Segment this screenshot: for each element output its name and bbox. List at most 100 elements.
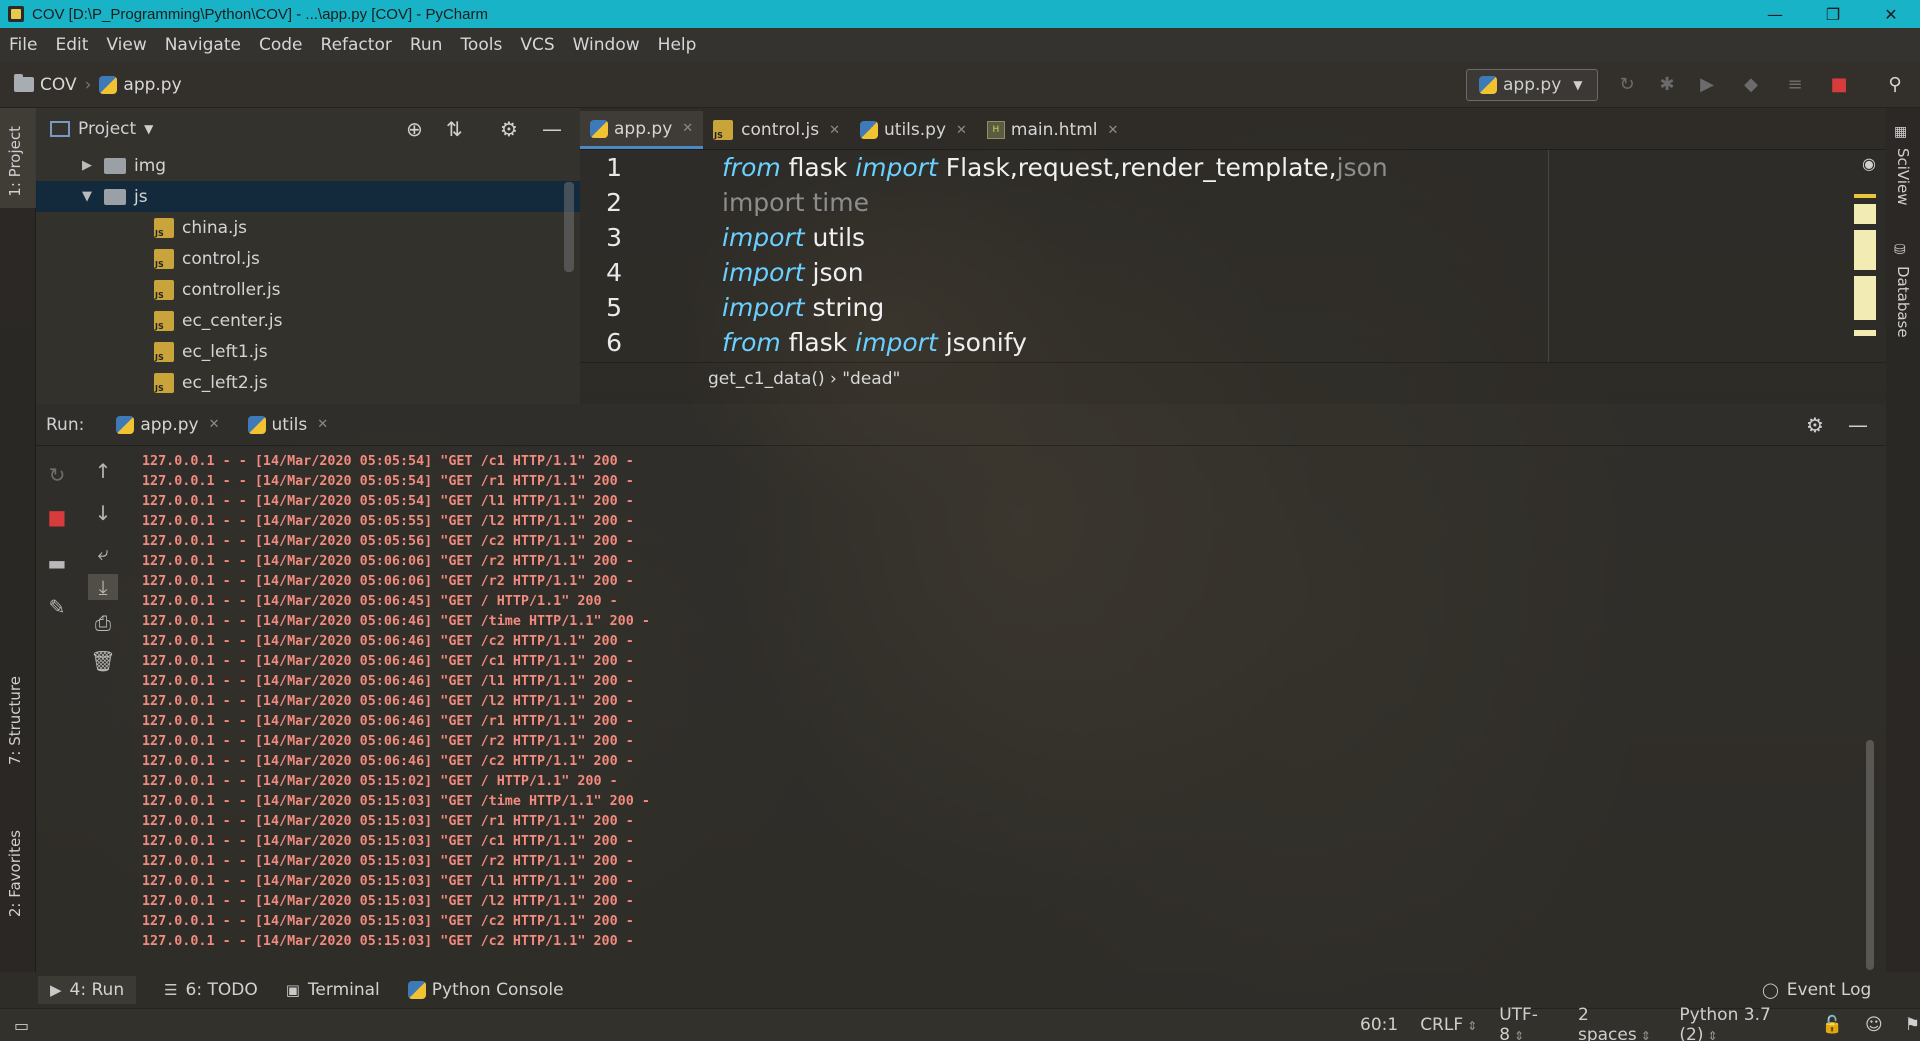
code-breadcrumb[interactable]: get_c1_data() › "dead" (580, 362, 1886, 394)
tree-file-row[interactable]: control.js (36, 243, 580, 274)
menu-run[interactable]: Run (401, 35, 452, 55)
hide-panel-icon[interactable]: — (542, 117, 562, 141)
rerun-icon[interactable]: ↻ (44, 462, 70, 488)
soft-wrap-icon[interactable]: ⤶ (90, 540, 116, 566)
tab-app-py[interactable]: app.py ✕ (580, 111, 704, 149)
code-line[interactable]: 5 import string (580, 290, 1886, 325)
breadcrumb-project[interactable]: COV (14, 74, 77, 95)
arrow-down-icon[interactable]: ↓ (90, 500, 116, 526)
tree-folder-row[interactable]: ▼ js (36, 181, 580, 212)
database-tool-tab[interactable]: Database (1894, 266, 1912, 338)
expand-right-icon[interactable]: ▶ (80, 158, 94, 173)
layout-icon[interactable]: ▬ (44, 550, 70, 576)
chevron-down-icon[interactable]: ▼ (144, 122, 153, 136)
restore-button[interactable]: ❐ (1804, 5, 1862, 24)
tree-file-row[interactable]: controller.js (36, 274, 580, 305)
concurrency-icon[interactable]: ≡ (1784, 74, 1806, 96)
menu-vcs[interactable]: VCS (511, 35, 563, 55)
lock-icon[interactable]: 🔓 (1822, 1015, 1843, 1035)
code-line[interactable]: 6 from flask import jsonify (580, 325, 1886, 360)
close-icon[interactable]: ✕ (956, 123, 967, 138)
close-icon[interactable]: ✕ (209, 417, 220, 432)
menu-help[interactable]: Help (649, 35, 706, 55)
python-console-tool-button[interactable]: Python Console (407, 980, 564, 1000)
highlight-mark[interactable] (1854, 330, 1876, 336)
menu-tools[interactable]: Tools (451, 35, 511, 55)
scroll-to-end-icon[interactable]: ⤓ (88, 574, 118, 600)
python-interpreter[interactable]: Python 3.7 (2) ⇕ (1679, 1005, 1799, 1041)
structure-tool-tab[interactable]: 7: Structure (6, 676, 24, 765)
run-tab-app-py[interactable]: app.py ✕ (116, 415, 220, 435)
code-area[interactable]: 1 from flask import Flask,request,render_… (580, 150, 1886, 362)
menu-file[interactable]: File (0, 35, 46, 55)
code-line[interactable]: 3 import utils (580, 220, 1886, 255)
event-icon[interactable]: ⚑ (1905, 1015, 1920, 1035)
code-line[interactable]: 2 import time (580, 185, 1886, 220)
eye-icon[interactable]: ◉ (1862, 154, 1876, 173)
run-configuration-select[interactable]: app.py ▼ (1466, 69, 1598, 101)
tree-file-row[interactable]: ec_left1.js (36, 336, 580, 367)
search-icon[interactable]: ⚲ (1884, 74, 1906, 96)
menu-refactor[interactable]: Refactor (312, 35, 401, 55)
close-button[interactable]: ✕ (1862, 5, 1920, 24)
print-icon[interactable]: ⎙ (90, 610, 116, 636)
tree-file-row[interactable]: ec_left2.js (36, 367, 580, 398)
menu-view[interactable]: View (97, 35, 155, 55)
tab-utils-py[interactable]: utils.py ✕ (850, 111, 977, 149)
favorites-tool-tab[interactable]: 2: Favorites (6, 830, 24, 917)
gear-icon[interactable]: ⚙ (500, 117, 518, 141)
locate-icon[interactable]: ⊕ (406, 117, 423, 141)
toggle-tool-windows-icon[interactable]: ▭ (14, 1016, 29, 1035)
tree-file-row[interactable]: ec_center.js (36, 305, 580, 336)
code-line[interactable]: 1 from flask import Flask,request,render_… (580, 150, 1886, 185)
stop-icon[interactable]: ■ (44, 504, 70, 530)
console-output[interactable]: 127.0.0.1 - - [14/Mar/2020 05:05:54] "GE… (142, 452, 650, 952)
close-icon[interactable]: ✕ (317, 417, 328, 432)
debug-icon[interactable]: ✱ (1656, 74, 1678, 96)
line-separator[interactable]: CRLF ⇕ (1420, 1015, 1477, 1035)
event-log-button[interactable]: ◯ Event Log (1762, 980, 1871, 1000)
highlight-mark[interactable] (1854, 204, 1876, 224)
warning-mark[interactable] (1854, 194, 1876, 198)
tree-folder-row[interactable]: ▶ img (36, 150, 580, 181)
tab-main-html[interactable]: H main.html ✕ (977, 111, 1129, 149)
sciview-tool-tab[interactable]: SciView (1894, 148, 1912, 206)
console-scrollbar[interactable] (1866, 740, 1874, 970)
collapse-all-icon[interactable]: ⇅ (446, 117, 463, 141)
file-encoding[interactable]: UTF-8 ⇕ (1499, 1005, 1556, 1041)
menu-navigate[interactable]: Navigate (156, 35, 250, 55)
close-icon[interactable]: ✕ (1108, 123, 1119, 138)
close-icon[interactable]: ✕ (829, 123, 840, 138)
tree-file-row[interactable]: china.js (36, 212, 580, 243)
caret-position[interactable]: 60:1 (1360, 1015, 1398, 1035)
minimize-button[interactable]: — (1746, 5, 1804, 24)
tree-scrollbar[interactable] (564, 182, 574, 272)
arrow-up-icon[interactable]: ↑ (90, 458, 116, 484)
indent-setting[interactable]: 2 spaces ⇕ (1578, 1005, 1657, 1041)
breadcrumb-file[interactable]: app.py (99, 75, 182, 95)
run-tab-utils[interactable]: utils ✕ (247, 415, 328, 435)
highlight-mark[interactable] (1854, 230, 1876, 270)
hide-panel-icon[interactable]: — (1848, 413, 1868, 437)
gear-icon[interactable]: ⚙ (1806, 413, 1824, 437)
trash-icon[interactable]: 🗑 (90, 648, 116, 674)
run-tool-button[interactable]: ▶ 4: Run (38, 976, 137, 1004)
profile-icon[interactable]: ◆ (1740, 74, 1762, 96)
project-tool-tab[interactable]: 1: Project (6, 126, 24, 197)
project-panel-title[interactable]: Project (78, 119, 136, 139)
terminal-tool-button[interactable]: ▣ Terminal (286, 980, 380, 1000)
rerun-icon[interactable]: ↻ (1616, 74, 1638, 96)
stop-icon[interactable]: ■ (1828, 74, 1850, 96)
menu-window[interactable]: Window (564, 35, 649, 55)
close-icon[interactable]: ✕ (682, 121, 693, 136)
menu-code[interactable]: Code (250, 35, 312, 55)
tab-control-js[interactable]: control.js ✕ (703, 111, 850, 149)
todo-tool-button[interactable]: ☰ 6: TODO (164, 980, 258, 1000)
menu-edit[interactable]: Edit (46, 35, 97, 55)
inspector-icon[interactable]: ☺ (1865, 1015, 1883, 1035)
expand-down-icon[interactable]: ▼ (80, 189, 94, 204)
error-stripe[interactable] (1854, 190, 1876, 362)
code-line[interactable]: 4 import json (580, 255, 1886, 290)
highlight-mark[interactable] (1854, 276, 1876, 320)
coverage-icon[interactable]: ▶ (1696, 74, 1718, 96)
